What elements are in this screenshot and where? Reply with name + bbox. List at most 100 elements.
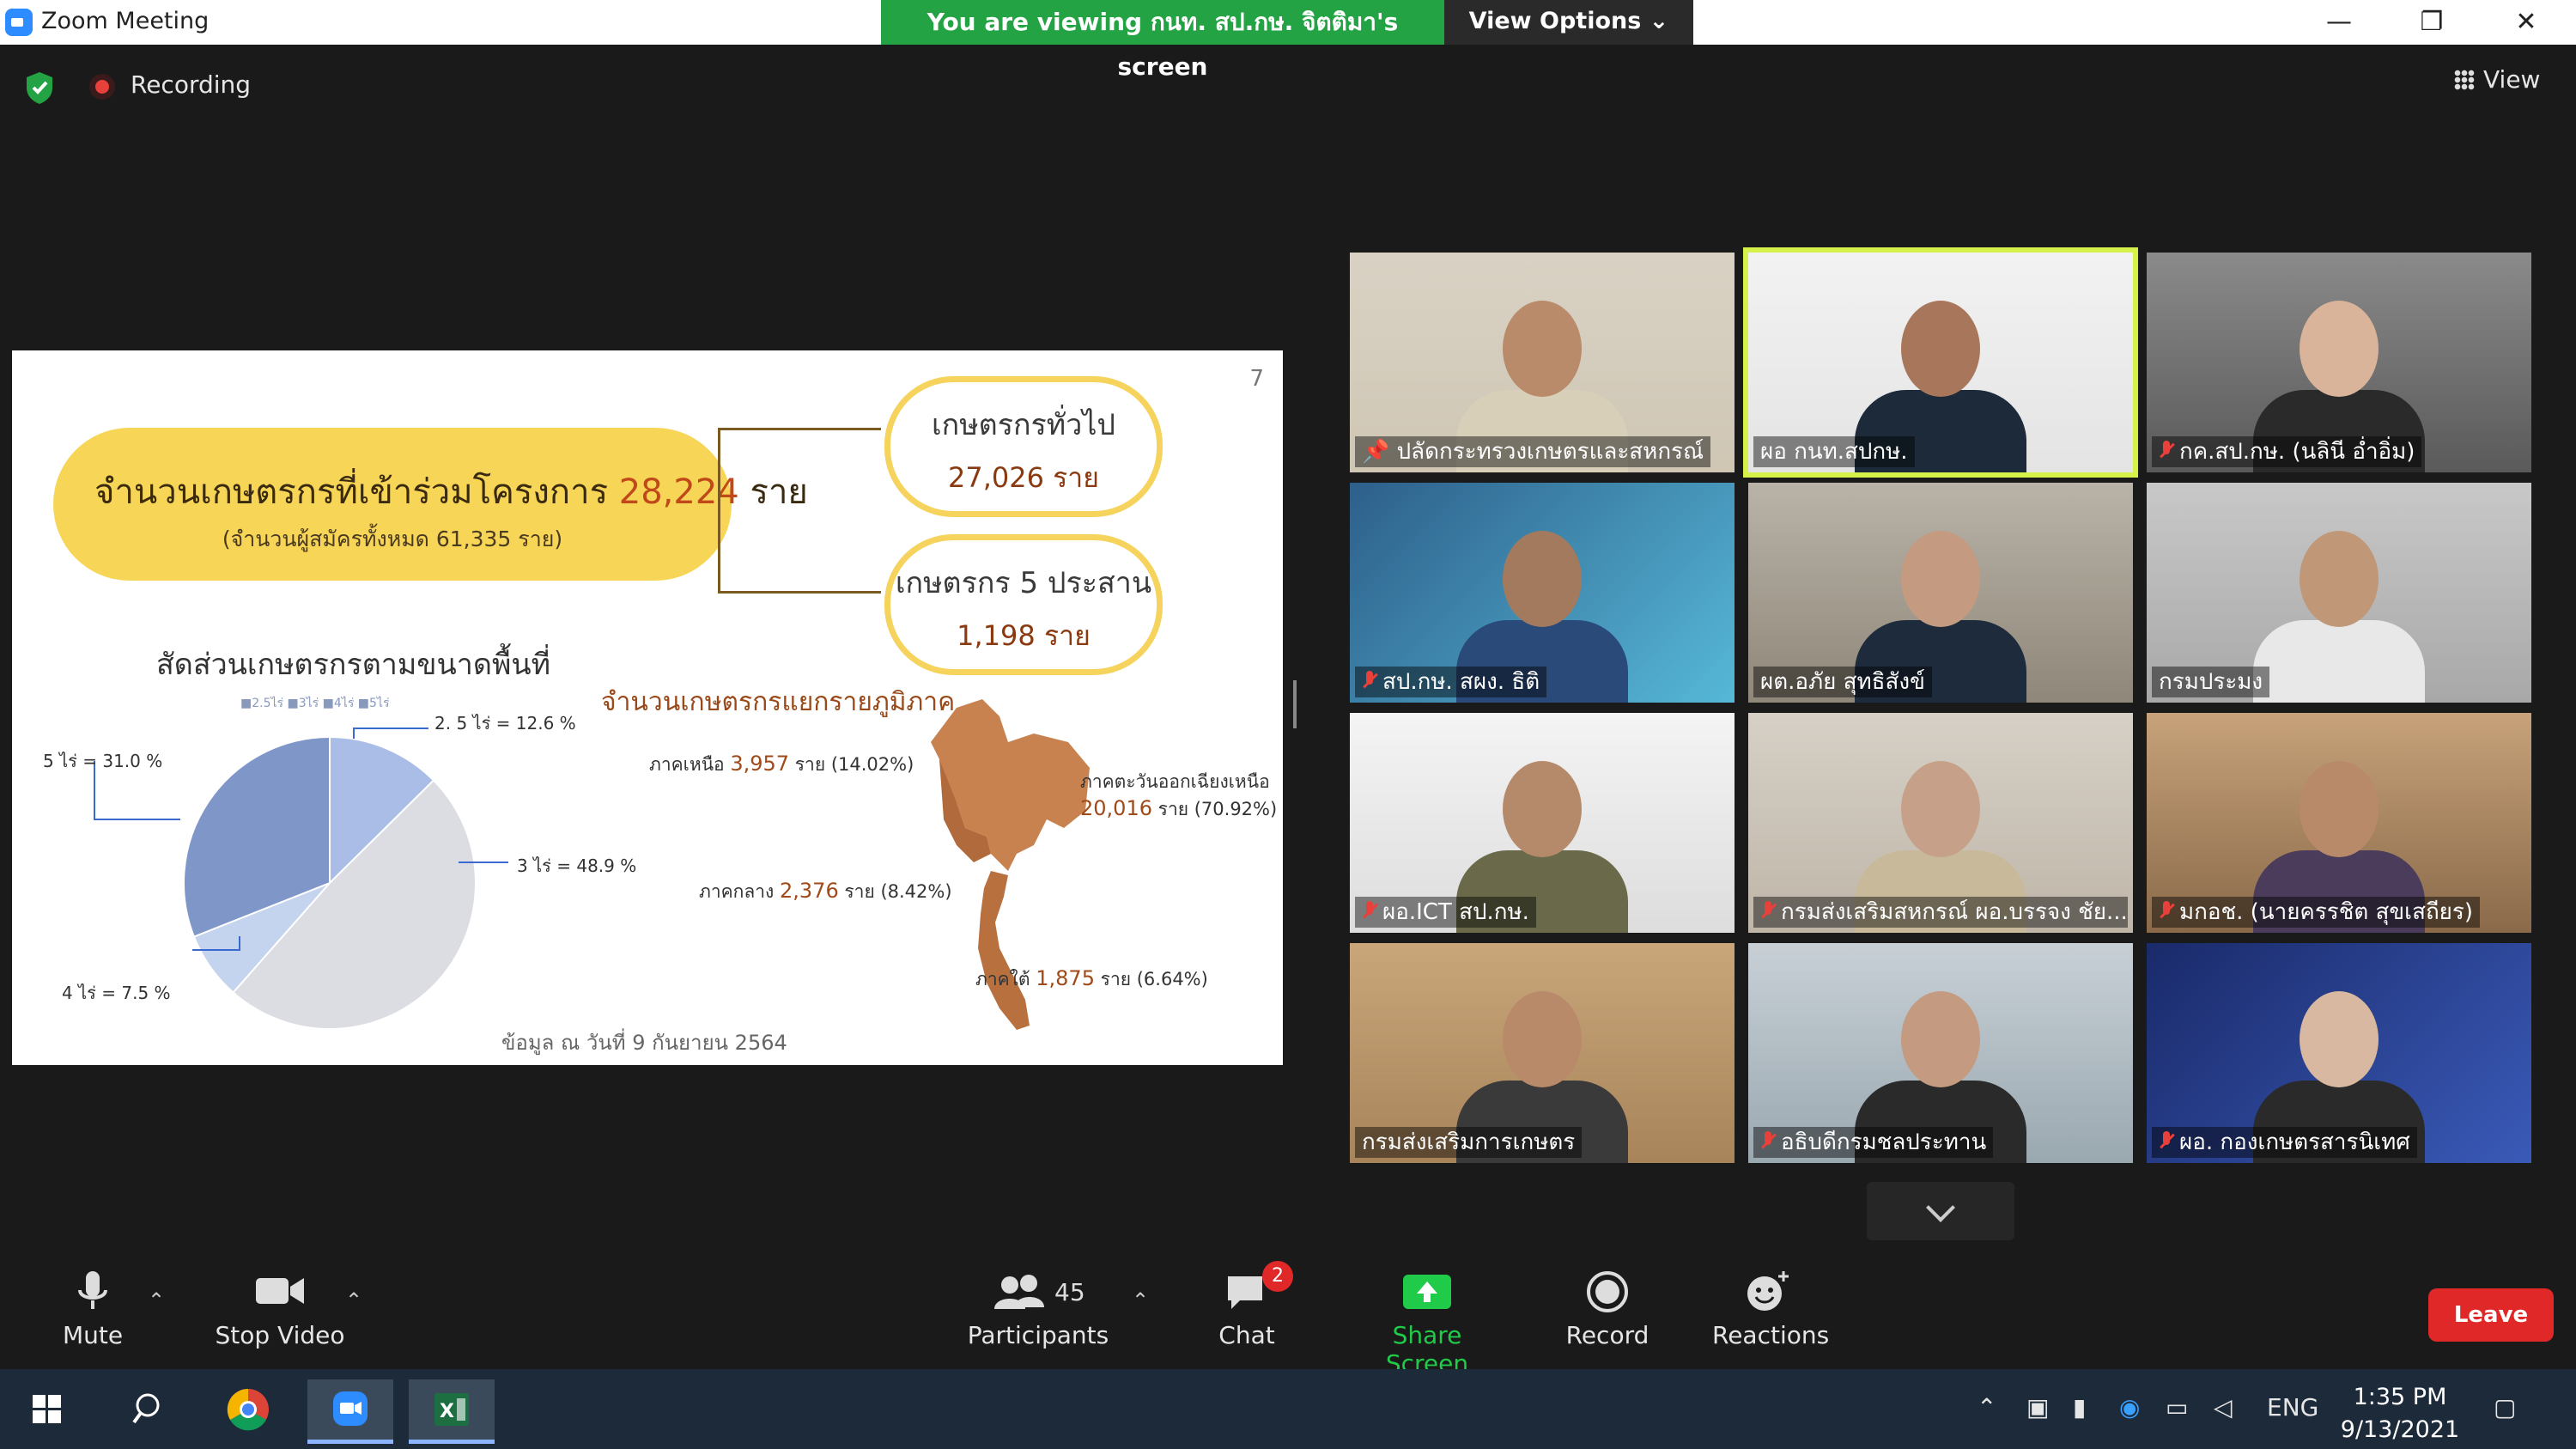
record-label: Record (1565, 1321, 1649, 1349)
svg-text:45: 45 (1054, 1278, 1085, 1306)
reactions-button[interactable]: Reactions (1712, 1269, 1829, 1349)
minimize-button[interactable]: — (2305, 2, 2373, 43)
leave-meeting-button[interactable]: Leave (2428, 1288, 2554, 1342)
video-tile[interactable]: ผต.อภัย สุทธิสังข์ (1748, 483, 2133, 703)
notifications-icon[interactable]: ▢ (2494, 1393, 2516, 1422)
participant-face (1503, 531, 1582, 627)
maximize-button[interactable]: ❐ (2397, 2, 2466, 43)
record-button[interactable]: Record (1564, 1269, 1650, 1349)
view-options-button[interactable]: View Options ⌄ (1444, 0, 1693, 45)
video-tile[interactable]: อธิบดีกรมชลประทาน (1748, 943, 2133, 1163)
participant-face (1503, 761, 1582, 857)
total-farmers-title: จำนวนเกษตรกรที่เข้าร่วมโครงการ 28,224 รา… (94, 464, 808, 519)
participant-name: กค.สป.กษ. (นลินี อ่ำอิ่ม) (2179, 439, 2415, 465)
record-icon (1564, 1269, 1650, 1314)
participant-name: ผอ.ICT สป.กษ. (1382, 899, 1529, 925)
video-tile[interactable]: กรมส่งเสริมสหกรณ์ ผอ.บรรจง ชัย... (1748, 713, 2133, 933)
microphone-icon (50, 1269, 136, 1314)
audio-options-caret[interactable]: ⌃ (148, 1288, 165, 1312)
participants-button[interactable]: 45 Participants (965, 1269, 1111, 1349)
total-farmers-pill: จำนวนเกษตรกรที่เข้าร่วมโครงการ 28,224 รา… (53, 428, 808, 581)
close-button[interactable]: ✕ (2492, 2, 2561, 43)
five-coordination-title: เกษตรกร 5 ประสาน (895, 566, 1152, 600)
total-title-text: จำนวนเกษตรกรที่เข้าร่วมโครงการ (94, 472, 609, 512)
participant-face (1901, 531, 1980, 627)
participant-face (2300, 531, 2379, 627)
video-options-caret[interactable]: ⌃ (345, 1288, 362, 1312)
video-tile[interactable]: ผอ. กองเกษตรสารนิเทศ (2147, 943, 2531, 1163)
total-count: 28,224 (618, 472, 739, 512)
view-layout-button[interactable]: View (2454, 65, 2540, 100)
participant-name-label: มกอช. (นายครรชิต สุขเสถียร) (2152, 897, 2481, 928)
participant-face (1901, 991, 1980, 1087)
search-icon[interactable] (106, 1379, 184, 1440)
meeting-toolbar: Mute ⌃ Stop Video ⌃ 45 Participants ⌃ 2 … (0, 1257, 2576, 1378)
mute-label: Mute (62, 1321, 124, 1349)
svg-text:X: X (440, 1401, 454, 1422)
participant-name-label: ผอ.ICT สป.กษ. (1355, 897, 1536, 928)
video-tile[interactable]: สป.กษ. สผง. ธิติ (1350, 483, 1735, 703)
general-farmers-box: เกษตรกรทั่วไป 27,026 ราย (884, 376, 1163, 517)
participant-name: อธิบดีกรมชลประทาน (1781, 1129, 1987, 1155)
video-tile[interactable]: ผอ.ICT สป.กษ. (1350, 713, 1735, 933)
view-label: View (2483, 65, 2541, 94)
chat-button[interactable]: 2 Chat (1212, 1261, 1293, 1349)
chat-label: Chat (1218, 1321, 1275, 1349)
windows-taskbar: X ⌃ ▣ ▮ ◉ ▭ ◁ ENG 1:35 PM 9/13/2021 ▢ (0, 1369, 2576, 1449)
video-tile[interactable]: กค.สป.กษ. (นลินี อ่ำอิ่ม) (2147, 253, 2531, 472)
meet-now-icon[interactable]: ▣ (2026, 1393, 2049, 1422)
chat-unread-badge: 2 (1262, 1261, 1293, 1292)
tray-microphone-icon[interactable]: ▮ (2073, 1393, 2086, 1422)
region-central: ภาคกลาง 2,376 ราย (8.42%) (699, 878, 952, 906)
gallery-next-page-button[interactable] (1867, 1182, 2014, 1240)
recording-icon (89, 74, 115, 100)
pie-label-3-rai: 3 ไร่ = 48.9 % (517, 855, 637, 876)
chrome-icon[interactable] (210, 1379, 287, 1440)
system-clock[interactable]: 1:35 PM 9/13/2021 (2336, 1381, 2464, 1446)
participant-name: มกอช. (นายครรชิต สุขเสถียร) (2179, 899, 2474, 925)
zoom-taskbar-icon[interactable] (307, 1379, 393, 1444)
participant-name-label: กรมประมง (2152, 667, 2270, 697)
input-language[interactable]: ENG (2267, 1393, 2318, 1422)
tray-app-icon[interactable]: ◉ (2119, 1393, 2140, 1422)
stop-video-button[interactable]: Stop Video (213, 1269, 347, 1349)
split-view-handle[interactable] (1293, 680, 1297, 728)
pie-label-5-rai: 5 ไร่ = 31.0 % (43, 751, 163, 771)
video-tile[interactable]: มกอช. (นายครรชิต สุขเสถียร) (2147, 713, 2531, 933)
participant-name-label: สป.กษ. สผง. ธิติ (1355, 667, 1547, 697)
participant-name-label: ผต.อภัย สุทธิสังข์ (1753, 667, 1932, 697)
participants-label: Participants (967, 1321, 1109, 1349)
share-screen-button[interactable]: Share Screen (1350, 1269, 1504, 1378)
participant-body (2253, 620, 2425, 703)
mute-button[interactable]: Mute (50, 1269, 136, 1349)
connector-line (718, 428, 720, 591)
participant-name-label: ผอ. กองเกษตรสารนิเทศ (2152, 1127, 2417, 1158)
network-icon[interactable]: ▭ (2166, 1393, 2188, 1422)
recording-label[interactable]: Recording (131, 70, 251, 99)
video-tile[interactable]: 📌 ปลัดกระทรวงเกษตรและสหกรณ์ (1350, 253, 1735, 472)
general-farmers-value: 27,026 ราย (947, 461, 1100, 494)
data-date-footnote: ข้อมูล ณ วันที่ 9 กันยายน 2564 (501, 1031, 787, 1055)
volume-icon[interactable]: ◁ (2214, 1393, 2233, 1422)
participant-face (1503, 991, 1582, 1087)
connector-line (718, 428, 881, 430)
central-value: 2,376 (780, 879, 839, 903)
shared-screen-slide: 7 จำนวนเกษตรกรที่เข้าร่วมโครงการ 28,224 … (12, 350, 1283, 1065)
title-bar: Zoom Meeting You are viewing กนท. สป.กษ.… (0, 0, 2576, 81)
central-label: ภาคกลาง (699, 881, 775, 902)
windows-start-icon[interactable] (9, 1379, 86, 1440)
muted-microphone-icon (1362, 901, 1377, 922)
video-tile[interactable]: กรมส่งเสริมการเกษตร (1350, 943, 1735, 1163)
participants-options-caret[interactable]: ⌃ (1132, 1288, 1149, 1312)
video-tile[interactable]: กรมประมง (2147, 483, 2531, 703)
participant-face (2300, 761, 2379, 857)
share-screen-icon (1350, 1269, 1504, 1314)
tray-overflow-chevron-icon[interactable]: ⌃ (1977, 1393, 1996, 1422)
video-tile[interactable]: ผอ กนท.สปกษ. (1743, 247, 2138, 478)
security-shield-icon[interactable] (24, 70, 55, 105)
participant-face (2300, 991, 2379, 1087)
connector-line (718, 591, 881, 594)
screen-share-banner: You are viewing กนท. สป.กษ. จิตติมา's sc… (881, 0, 1444, 81)
excel-taskbar-icon[interactable]: X (409, 1379, 495, 1444)
central-rest: ราย (8.42%) (844, 881, 952, 902)
